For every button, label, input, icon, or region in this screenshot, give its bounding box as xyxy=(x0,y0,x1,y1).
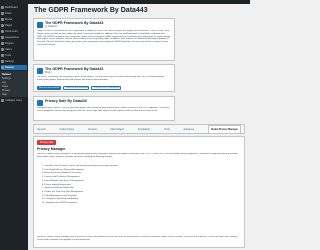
privacy-manager-footer: Data443's Global Privacy Manager takes t… xyxy=(37,236,238,241)
plugin-card: The GDPR Framework By Data443 Plugin The… xyxy=(33,64,175,92)
sidebar-submenu: Dataset Settings Log Users Privacy Help xyxy=(0,71,28,97)
submenu-item-help[interactable]: Help xyxy=(2,92,26,96)
settings-icon xyxy=(1,60,4,63)
plug-icon xyxy=(1,42,4,45)
settings-tabs: General Cookie Popup Consent Data Subject In… xyxy=(33,124,245,134)
sidebar-item-dataset[interactable]: Dataset xyxy=(1,65,27,70)
sidebar-item-settings[interactable]: Settings xyxy=(1,59,27,64)
shield-icon xyxy=(1,66,4,69)
sidebar-item-label: Comments xyxy=(5,30,18,33)
intro-card-body: Using The GDPR Framework for GDPR regula… xyxy=(37,30,171,46)
collapse-menu-label: Collapse menu xyxy=(5,99,23,102)
privacy-data-badge: Privacy data xyxy=(37,140,57,145)
tab-integrations[interactable]: Integrations xyxy=(138,128,151,131)
submenu-item-label: Privacy xyxy=(2,88,10,92)
tab-tools[interactable]: Tools xyxy=(164,128,170,131)
sidebar-item-dashboard[interactable]: Dashboard xyxy=(1,5,27,10)
main-content: The GDPR Framework By Data443 The GDPR F… xyxy=(29,4,250,250)
plugin-card-subtitle: Plugin xyxy=(45,72,52,74)
tab-global-privacy-manager[interactable]: Global Privacy Manager xyxy=(207,124,241,134)
dashboard-icon xyxy=(1,6,4,9)
sidebar-item-label: Users xyxy=(5,48,12,51)
sidebar-item-label: Settings xyxy=(5,60,15,63)
submenu-item-label: Dataset xyxy=(2,72,11,76)
privacy-manager-panel: Privacy data Privacy Manager Data443's G… xyxy=(33,136,245,248)
comment-icon xyxy=(1,30,4,33)
data443-logo-icon xyxy=(37,100,43,106)
privacy-safe-title: Privacy Safe By Data443 xyxy=(45,99,87,103)
intro-card-subtitle: by Data443 xyxy=(45,26,57,28)
page-title: The GDPR Framework By Data443 xyxy=(34,7,148,14)
submenu-item-label: Help xyxy=(2,92,7,96)
data443-logo-icon xyxy=(37,22,43,28)
sidebar-item-tools[interactable]: Tools xyxy=(1,53,27,58)
sidebar-item-appearance[interactable]: Appearance xyxy=(1,35,27,40)
feature-list: 1. Complete Data Discovery: Locate and c… xyxy=(42,165,192,206)
list-item: 11. Integration with GDPR Framework xyxy=(42,202,77,205)
plugin-card-body: The GDPR Framework has remaining all you… xyxy=(37,76,165,81)
privacy-safe-card: Privacy Safe By Data443 Strengthen your … xyxy=(33,96,175,121)
privacy-manager-title: Privacy Manager xyxy=(37,147,66,151)
intro-card-title: The GDPR Framework By Data443 xyxy=(45,21,104,25)
tab-general[interactable]: General xyxy=(37,128,46,131)
sidebar-item-media[interactable]: Media xyxy=(1,17,27,22)
submenu-item-label: Settings xyxy=(2,76,11,80)
sidebar-item-label: Pages xyxy=(5,24,13,27)
brush-icon xyxy=(1,36,4,39)
privacy-safe-body: Strengthen your Data443 - Privacy Safe h… xyxy=(37,107,170,112)
collapse-menu-button[interactable]: Collapse menu xyxy=(1,98,27,103)
admin-sidebar: Dashboard Posts Media Pages Comments Appearan… xyxy=(0,4,28,250)
sidebar-item-label: Dashboard xyxy=(5,6,18,9)
page-icon xyxy=(1,24,4,27)
tab-advanced[interactable]: Advanced xyxy=(183,128,194,131)
sidebar-item-users[interactable]: Users xyxy=(1,47,27,52)
documentation-button[interactable]: Read the documentation xyxy=(63,86,89,90)
media-icon xyxy=(1,18,4,21)
intro-card: The GDPR Framework By Data443 by Data443… xyxy=(33,18,175,61)
tab-cookie-popup[interactable]: Cookie Popup xyxy=(59,128,74,131)
sidebar-item-posts[interactable]: Posts xyxy=(1,11,27,16)
sidebar-item-label: Tools xyxy=(5,54,12,57)
sidebar-item-label: Appearance xyxy=(5,36,19,39)
user-icon xyxy=(1,48,4,51)
sidebar-item-pages[interactable]: Pages xyxy=(1,23,27,28)
data443-logo-icon xyxy=(37,68,43,74)
submenu-item-label: Log xyxy=(2,80,6,84)
view-framework-button[interactable]: View the GDPR Framework xyxy=(91,86,121,90)
submenu-item-label: Users xyxy=(2,84,9,88)
sidebar-item-comments[interactable]: Comments xyxy=(1,29,27,34)
privacy-manager-intro: Data443's Global Privacy Manager is a fu… xyxy=(37,153,238,158)
sidebar-item-label: Media xyxy=(5,18,13,21)
sidebar-item-label: Dataset xyxy=(5,66,14,69)
wrench-icon xyxy=(1,54,4,57)
pin-icon xyxy=(1,12,4,15)
tab-consent[interactable]: Consent xyxy=(88,128,97,131)
sidebar-item-plugins[interactable]: Plugins xyxy=(1,41,27,46)
tab-data-subject[interactable]: Data Subject xyxy=(111,128,125,131)
sidebar-item-label: Plugins xyxy=(5,42,14,45)
sidebar-item-label: Posts xyxy=(5,12,12,15)
plugin-card-title: The GDPR Framework By Data443 xyxy=(45,67,104,71)
collapse-icon xyxy=(1,99,4,102)
setup-wizard-button[interactable]: Start the setup wizard xyxy=(37,86,61,90)
